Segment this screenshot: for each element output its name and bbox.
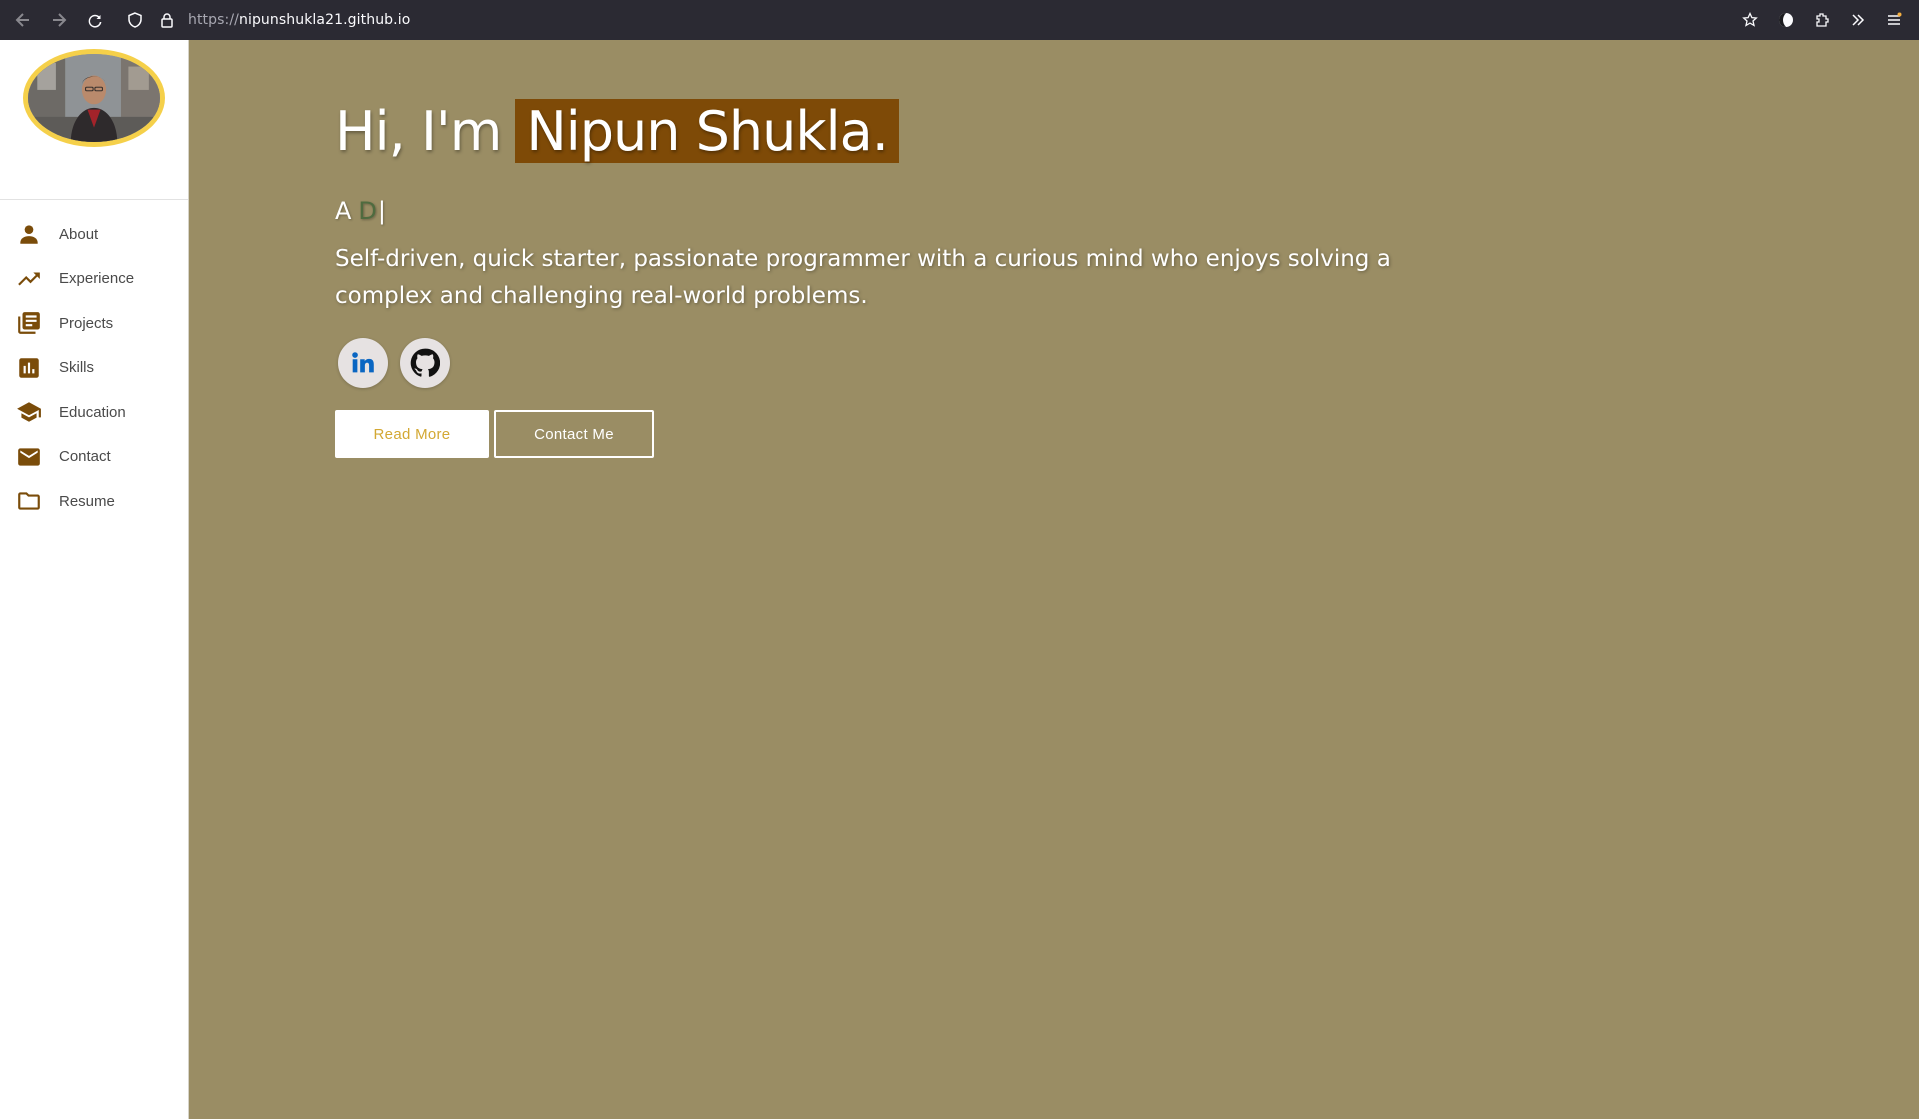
typed-cursor: | [377,197,386,225]
sidebar-item-contact[interactable]: Contact [0,435,188,480]
url-text[interactable]: https://nipunshukla21.github.io [188,12,410,28]
sidebar-menu: About Experience Projects Skills Educati… [0,200,188,524]
typed-prefix: A [335,197,352,225]
avatar[interactable] [23,49,165,147]
bio-text: Self-driven, quick starter, passionate p… [335,246,1391,309]
sidebar-item-label: Experience [59,270,135,288]
sidebar-item-label: Projects [59,314,114,332]
hero-actions: Read More Contact Me [335,410,1475,458]
bookmark-star-icon[interactable] [1739,9,1761,31]
folder-icon [15,487,43,515]
bar-chart-icon [15,354,43,382]
sidebar: About Experience Projects Skills Educati… [0,40,189,1119]
avatar-container [0,40,188,200]
menu-icon[interactable] [1883,9,1905,31]
sidebar-item-about[interactable]: About [0,212,188,257]
sidebar-item-label: Resume [59,492,115,510]
profile-icon[interactable] [1775,9,1797,31]
sidebar-item-label: About [59,225,99,243]
github-icon [410,348,440,377]
name-highlight: Nipun Shukla. [515,99,899,163]
browser-right-icons [1739,9,1919,31]
overflow-icon[interactable] [1847,9,1869,31]
extensions-icon[interactable] [1811,9,1833,31]
sidebar-item-experience[interactable]: Experience [0,257,188,302]
contact-me-button[interactable]: Contact Me [494,410,654,458]
graduation-cap-icon [15,398,43,426]
sidebar-item-projects[interactable]: Projects [0,301,188,346]
trending-up-icon [15,265,43,293]
browser-nav-buttons [0,9,106,31]
hero-content: Hi, I'm Nipun Shukla. A D | Self-driven,… [335,99,1475,458]
hero-section: Hi, I'm Nipun Shukla. A D | Self-driven,… [189,40,1919,1119]
sidebar-item-education[interactable]: Education [0,390,188,435]
linkedin-link[interactable] [338,338,388,388]
github-link[interactable] [400,338,450,388]
linkedin-icon [352,352,374,373]
social-links [335,338,1475,388]
sidebar-item-label: Education [59,403,126,421]
typed-word: D [358,197,377,225]
envelope-icon [15,443,43,471]
sidebar-item-label: Skills [59,359,95,377]
page-title: Hi, I'm Nipun Shukla. [335,99,1475,163]
back-icon[interactable] [12,9,34,31]
reload-icon[interactable] [84,9,106,31]
library-books-icon [15,309,43,337]
shield-icon[interactable] [124,9,146,31]
sidebar-item-label: Contact [59,448,111,466]
url-bar[interactable]: https://nipunshukla21.github.io [124,5,1739,35]
person-icon [15,220,43,248]
url-host: nipunshukla21.github.io [238,12,411,28]
sidebar-item-skills[interactable]: Skills [0,346,188,391]
browser-toolbar: https://nipunshukla21.github.io [0,0,1919,40]
sidebar-item-resume[interactable]: Resume [0,479,188,524]
read-more-button[interactable]: Read More [335,410,489,458]
lock-icon[interactable] [156,9,178,31]
avatar-photo [28,54,160,142]
typed-role: A D | [335,196,1475,226]
greeting-text: Hi, I'm [335,99,502,163]
url-scheme: https:// [188,12,239,28]
forward-icon[interactable] [48,9,70,31]
